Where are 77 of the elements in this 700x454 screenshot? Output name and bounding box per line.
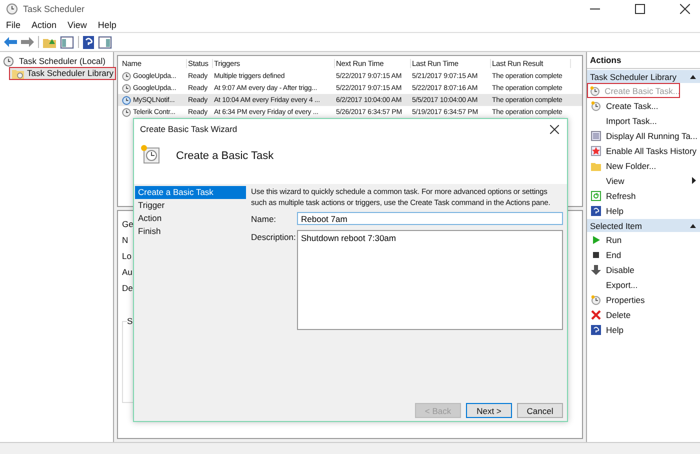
folder-icon[interactable]: [43, 36, 56, 48]
tree-item[interactable]: Task Scheduler (Local): [17, 56, 108, 66]
action-item[interactable]: Help: [587, 322, 700, 337]
panel-icon[interactable]: [60, 36, 74, 48]
section-header[interactable]: Task Scheduler Library: [587, 70, 700, 83]
clock-icon: [122, 84, 131, 92]
folder-icon: [12, 68, 24, 78]
down-arrow-icon: [591, 264, 601, 274]
field-label: Description:: [251, 231, 297, 242]
group-label: S: [127, 316, 133, 326]
stop-icon: [591, 250, 601, 260]
menu-item[interactable]: File: [6, 20, 21, 30]
dialog-heading: Create a Basic Task: [176, 150, 274, 162]
action-item[interactable]: End: [587, 247, 700, 262]
field-label: Name:: [251, 213, 278, 224]
dialog-title: Create Basic Task Wizard: [140, 124, 238, 134]
window-title: Task Scheduler: [23, 4, 85, 14]
menu-item[interactable]: Action: [32, 20, 57, 30]
maximize-icon[interactable]: [635, 4, 645, 14]
name-field[interactable]: Reboot 7am: [297, 212, 563, 225]
action-item[interactable]: Refresh: [587, 188, 700, 203]
clock-icon: [590, 86, 600, 96]
clock-icon: [3, 56, 14, 66]
panel-icon[interactable]: [98, 36, 112, 48]
action-item[interactable]: Enable All Tasks History: [587, 143, 700, 158]
action-item[interactable]: Run: [587, 232, 700, 247]
clock-icon: [122, 96, 131, 104]
dialog-button[interactable]: Cancel: [517, 403, 563, 418]
description-field[interactable]: Shutdown reboot 7:30am: [297, 230, 563, 330]
collapse-icon[interactable]: [690, 224, 696, 228]
field-label: Lo: [122, 251, 132, 261]
section-header[interactable]: Selected Item: [587, 219, 700, 232]
close-icon[interactable]: [680, 4, 690, 14]
action-item[interactable]: Disable: [587, 262, 700, 277]
action-item[interactable]: Export...: [587, 277, 700, 292]
play-icon: [591, 234, 601, 244]
field-label: De: [122, 283, 133, 293]
clock-icon: [140, 144, 160, 164]
tree-item[interactable]: Task Scheduler Library: [10, 68, 116, 78]
close-icon: [591, 310, 601, 320]
section-title: Task Scheduler Library: [590, 72, 676, 82]
folder-icon: [591, 160, 601, 170]
action-item[interactable]: Import Task...: [587, 113, 700, 128]
close-icon[interactable]: [550, 124, 559, 134]
section-title: Selected Item: [590, 220, 642, 230]
help-icon: [591, 324, 601, 334]
list-icon: [591, 130, 601, 140]
action-item[interactable]: View: [587, 173, 700, 188]
clock-icon: [122, 72, 131, 80]
default-button[interactable]: Next >: [466, 403, 512, 418]
action-item[interactable]: Delete: [587, 307, 700, 322]
star-icon: [591, 146, 601, 156]
clock-icon: [591, 294, 601, 304]
clock-icon: [6, 3, 18, 15]
wizard-step[interactable]: Action: [135, 212, 246, 225]
back-icon[interactable]: [4, 37, 17, 47]
action-item[interactable]: Display All Running Ta...: [587, 128, 700, 143]
menu-item[interactable]: View: [68, 20, 87, 30]
collapse-icon[interactable]: [690, 74, 696, 78]
help-icon[interactable]: [83, 36, 94, 48]
action-item[interactable]: Create Task...: [587, 98, 700, 113]
details-tab[interactable]: Ge: [122, 219, 134, 229]
clock-icon: [122, 108, 131, 116]
action-item[interactable]: New Folder...: [587, 158, 700, 173]
field-label: Au: [122, 267, 132, 277]
pane-title: Actions: [587, 52, 700, 69]
field-label: N: [122, 235, 128, 245]
menu-item[interactable]: Help: [98, 20, 116, 30]
clock-icon: [591, 100, 601, 110]
forward-icon[interactable]: [21, 37, 34, 47]
refresh-icon: [591, 190, 601, 200]
wizard-step[interactable]: Trigger: [135, 199, 246, 212]
action-item[interactable]: Properties: [587, 292, 700, 307]
wizard-step[interactable]: Create a Basic Task: [135, 186, 246, 199]
help-icon: [591, 206, 601, 216]
wizard-step[interactable]: Finish: [135, 225, 246, 238]
action-item[interactable]: Help: [587, 203, 700, 218]
